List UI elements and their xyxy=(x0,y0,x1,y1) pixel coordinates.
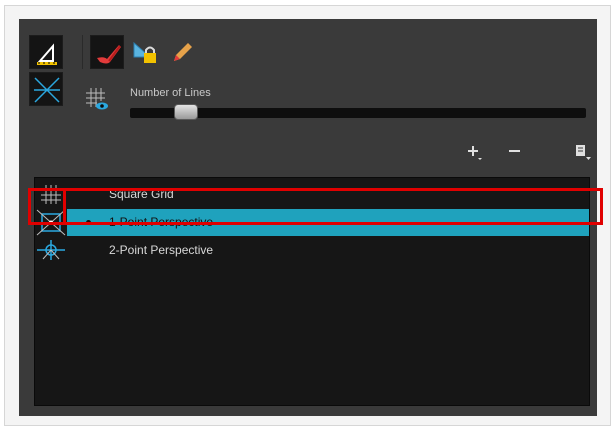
remove-guide-button[interactable] xyxy=(506,143,528,161)
grid-visibility-button[interactable] xyxy=(83,85,109,111)
perspective-tool-icon xyxy=(37,43,57,65)
active-dot xyxy=(86,220,91,225)
plus-icon xyxy=(468,146,482,160)
vanishing-point-icon xyxy=(34,77,60,103)
pencil-tool-button[interactable] xyxy=(164,35,198,69)
number-of-lines-label: Number of Lines xyxy=(130,87,211,99)
brush-tool-button[interactable] xyxy=(90,35,124,69)
guide-row-selected[interactable]: 1-Point Perspective xyxy=(35,209,589,236)
brush-icon xyxy=(97,45,121,64)
guide-label: Square Grid xyxy=(109,187,174,201)
guides-panel: Number of Lines Square Grid 1-Point Pers… xyxy=(19,19,597,416)
slider-thumb[interactable] xyxy=(174,104,198,120)
guide-row[interactable]: 2-Point Perspective xyxy=(35,237,589,264)
add-guide-button[interactable] xyxy=(465,143,487,161)
toolbar-separator xyxy=(82,35,83,69)
guide-label: 1-Point Perspective xyxy=(109,215,214,229)
grid-visibility-icon xyxy=(86,88,108,110)
panel-menu-button[interactable] xyxy=(573,143,595,161)
vanishing-point-button[interactable] xyxy=(29,72,63,106)
two-point-perspective-icon xyxy=(37,240,65,260)
one-point-perspective-icon xyxy=(35,209,67,236)
perspective-tool-button[interactable] xyxy=(29,35,63,69)
number-of-lines-slider[interactable] xyxy=(130,108,586,118)
lock-ruler-icon xyxy=(133,41,156,63)
pencil-icon xyxy=(174,43,192,61)
menu-icon xyxy=(576,145,591,160)
minus-icon xyxy=(509,150,520,152)
guide-label: 2-Point Perspective xyxy=(109,243,214,257)
square-grid-icon xyxy=(41,185,61,204)
guide-list: Square Grid 1-Point Perspective 2-Point … xyxy=(34,177,590,406)
lock-ruler-button[interactable] xyxy=(128,35,162,69)
guide-row[interactable]: Square Grid xyxy=(35,181,589,208)
